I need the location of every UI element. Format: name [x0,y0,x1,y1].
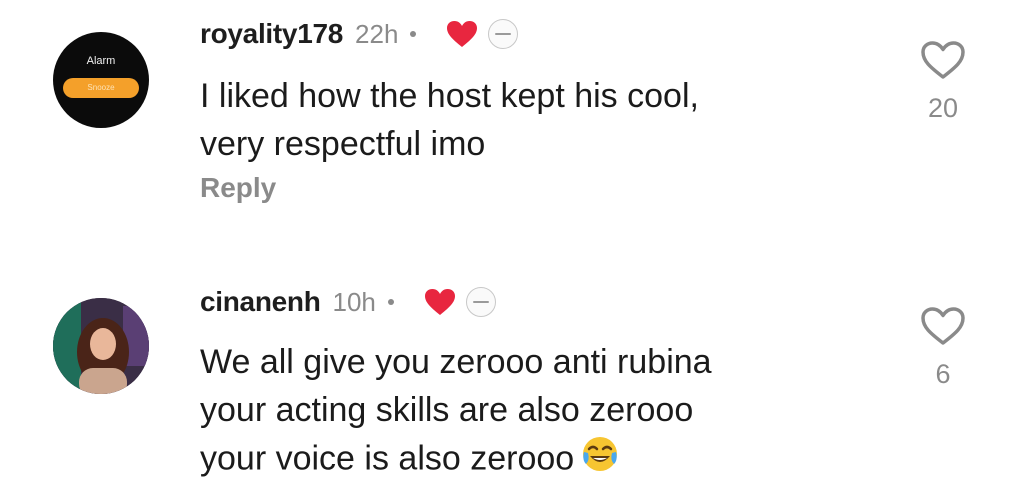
creator-liked-heart-icon [446,19,480,49]
comment-2: cinanenh 10h We all give you zerooo anti… [0,266,1024,484]
comment-text: We all give you zerooo anti rubina your … [200,338,840,487]
comment-line-with-emoji: your voice is also zerooo [200,434,840,487]
timestamp: 22h [355,18,399,49]
separator-dot [387,299,394,305]
avatar-alarm-text: Alarm [86,55,116,67]
like-count: 20 [927,93,959,123]
creator-avatar-icon [465,287,496,317]
comment-header: royality178 22h [200,16,519,52]
comment-text: I liked how the host kept his cool, very… [200,72,840,168]
separator-dot [410,31,417,37]
comment-line: your acting skills are also zerooo [200,391,694,429]
like-button[interactable]: 6 [919,306,967,390]
like-heart-icon[interactable] [920,40,966,80]
username[interactable]: royality178 [200,18,343,50]
comment-line: your voice is also zerooo [200,439,575,478]
avatar[interactable] [53,298,149,394]
like-heart-icon[interactable] [920,306,966,346]
avatar-snooze-pill: Snooze [63,78,139,98]
comment-header: cinanenh 10h [200,284,496,320]
timestamp: 10h [332,286,376,317]
username[interactable]: cinanenh [200,286,321,318]
avatar-photo [53,298,149,394]
creator-avatar-icon [488,19,519,49]
like-count: 6 [935,359,951,389]
face-with-tears-of-joy-icon [580,434,620,487]
comment-1: Alarm Snooze royality178 22h I liked how… [0,0,1024,240]
like-button[interactable]: 20 [919,40,967,124]
creator-liked-heart-icon [424,287,458,317]
reply-button[interactable]: Reply [200,172,276,204]
comment-line: very respectful imo [200,125,486,163]
comment-line: I liked how the host kept his cool, [200,77,699,115]
comment-line: We all give you zerooo anti rubina [200,343,712,381]
avatar[interactable]: Alarm Snooze [53,32,149,128]
